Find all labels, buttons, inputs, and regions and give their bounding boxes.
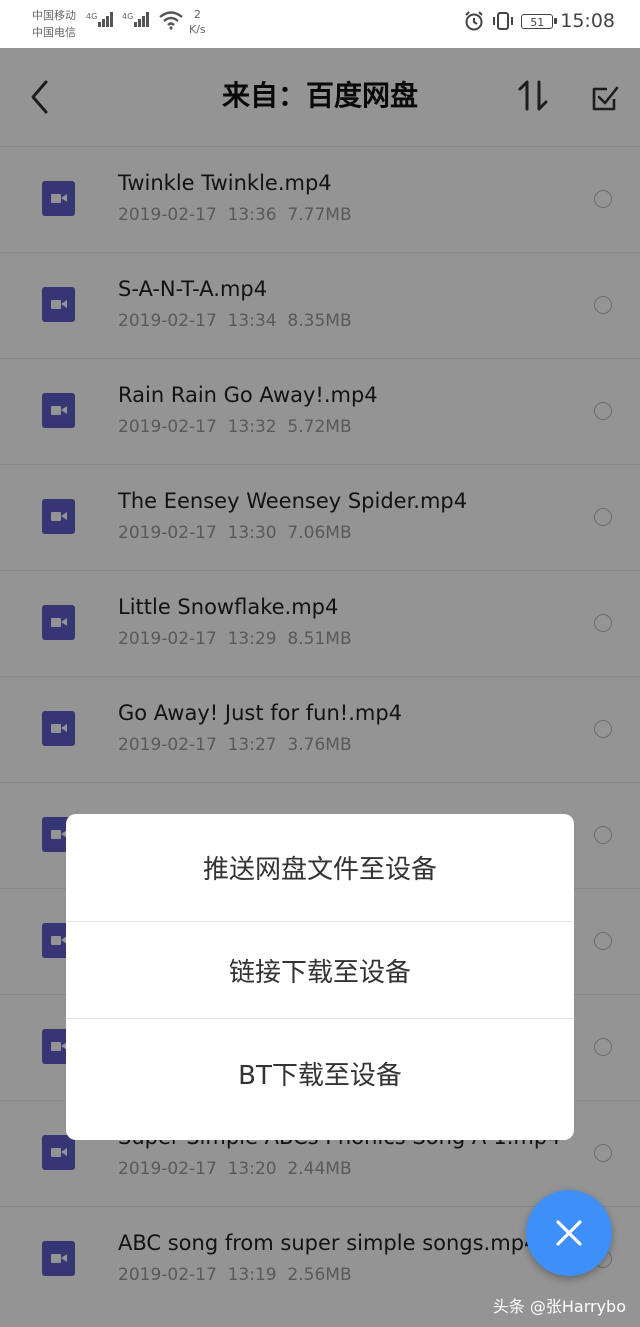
signal-2-icon: 4G	[122, 12, 150, 27]
battery-icon: 51	[521, 13, 558, 29]
vibrate-icon	[493, 12, 514, 30]
close-fab-button[interactable]	[526, 1190, 612, 1276]
carrier-names: 中国移动 中国电信	[32, 7, 76, 41]
bt-download-option[interactable]: BT下载至设备	[66, 1019, 574, 1140]
signal-1-icon: 4G	[86, 12, 114, 27]
speed-unit: K/s	[189, 23, 206, 36]
network-type-2: 4G	[122, 12, 134, 21]
clock: 15:08	[560, 10, 615, 32]
download-options-dialog: 推送网盘文件至设备 链接下载至设备 BT下载至设备	[66, 814, 574, 1140]
speed-value: 2	[193, 8, 201, 21]
carrier-1: 中国移动	[32, 9, 76, 22]
network-type-1: 4G	[86, 12, 98, 21]
status-right: 51 15:08	[463, 10, 615, 32]
carrier-2: 中国电信	[32, 26, 76, 39]
network-speed: 2 K/s	[189, 7, 206, 37]
battery-level: 51	[530, 15, 545, 29]
close-icon	[556, 1220, 582, 1246]
alarm-icon	[465, 11, 483, 31]
status-bar: 中国移动 中国电信 4G 4G 2 K/s 51 15:08	[0, 0, 640, 48]
link-download-option[interactable]: 链接下载至设备	[66, 922, 574, 1019]
wifi-icon	[159, 11, 183, 30]
push-cloud-file-option[interactable]: 推送网盘文件至设备	[66, 814, 574, 922]
watermark: 头条 @张Harrybo	[492, 1297, 626, 1316]
